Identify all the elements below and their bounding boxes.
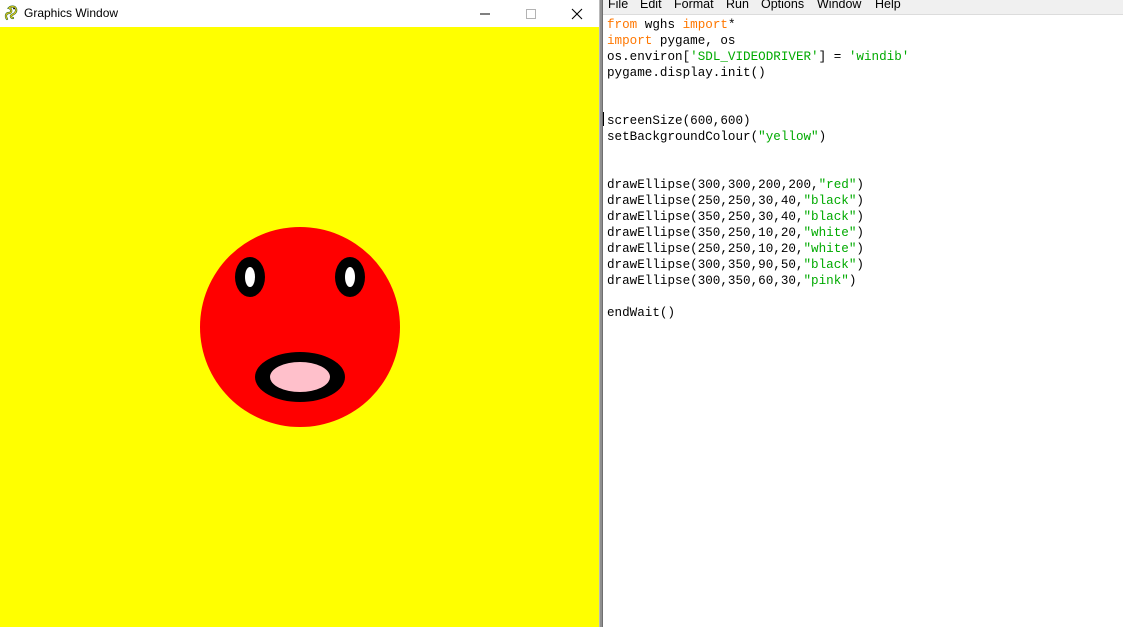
code-token: os.environ[: [607, 50, 691, 64]
code-line-17: drawEllipse(300,350,60,30,"pink"): [607, 273, 856, 289]
drawn-ellipse-7: [270, 362, 330, 392]
code-token: pygame, os: [652, 34, 736, 48]
code-token: wghs: [637, 18, 683, 32]
minimize-icon: [480, 13, 490, 14]
code-token: ): [856, 258, 864, 272]
code-token: "black": [803, 194, 857, 208]
code-token: "pink": [803, 274, 849, 288]
code-token: ): [856, 226, 864, 240]
code-token: import: [607, 34, 653, 48]
code-line-2: import pygame, os: [607, 33, 736, 49]
code-token: "white": [803, 226, 857, 240]
menu-run[interactable]: Run: [726, 0, 749, 11]
code-token: setBackgroundColour(: [607, 130, 759, 144]
code-token: 'SDL_VIDEODRIVER': [690, 50, 819, 64]
code-token: import: [682, 18, 728, 32]
code-line-1: from wghs import*: [607, 17, 736, 33]
code-token: ): [856, 194, 864, 208]
code-token: drawEllipse(350,250,30,40,: [607, 210, 804, 224]
code-token: ): [818, 130, 827, 144]
code-line-15: drawEllipse(250,250,10,20,"white"): [607, 241, 864, 257]
code-token: drawEllipse(350,250,10,20,: [607, 226, 804, 240]
code-token: drawEllipse(300,350,60,30,: [607, 274, 804, 288]
graphics-window[interactable]: Graphics Window: [0, 0, 600, 627]
code-line-3: os.environ['SDL_VIDEODRIVER'] = 'windib': [607, 49, 909, 65]
code-token: ): [848, 274, 857, 288]
code-editor-window[interactable]: File Edit Format Run Options Window Help…: [603, 0, 1123, 627]
code-line-7: screenSize(600,600): [607, 113, 751, 129]
code-token: drawEllipse(250,250,30,40,: [607, 194, 804, 208]
code-token: ): [856, 210, 864, 224]
menu-help[interactable]: Help: [875, 0, 901, 11]
graphics-canvas[interactable]: [0, 27, 600, 627]
menu-file[interactable]: File: [608, 0, 628, 11]
code-line-11: drawEllipse(300,300,200,200,"red"): [607, 177, 864, 193]
minimize-button[interactable]: [462, 0, 508, 27]
code-token: ): [856, 178, 864, 192]
menu-format[interactable]: Format: [674, 0, 714, 11]
desktop: Graphics Window File Edit Format Run Opt…: [0, 0, 1123, 627]
code-token: ): [856, 242, 864, 256]
code-token: "black": [803, 258, 857, 272]
drawn-ellipse-4: [345, 267, 355, 287]
code-token: ] =: [818, 50, 849, 64]
text-cursor: [603, 112, 604, 126]
editor-menubar: File Edit Format Run Options Window Help: [603, 0, 1123, 15]
code-token: from: [607, 18, 638, 32]
maximize-button[interactable]: [508, 0, 554, 27]
code-token: 'windib': [848, 50, 910, 64]
graphics-window-title: Graphics Window: [24, 6, 119, 20]
code-line-12: drawEllipse(250,250,30,40,"black"): [607, 193, 864, 209]
code-token: screenSize(600,600): [607, 114, 751, 128]
code-line-14: drawEllipse(350,250,10,20,"white"): [607, 225, 864, 241]
close-icon: [571, 8, 583, 19]
code-token: endWait(): [607, 306, 676, 320]
code-text-area[interactable]: from wghs import* import pygame, os os.env…: [603, 15, 1123, 627]
code-line-16: drawEllipse(300,350,90,50,"black"): [607, 257, 864, 273]
drawn-ellipse-5: [245, 267, 255, 287]
code-token: drawEllipse(300,300,200,200,: [607, 178, 819, 192]
graphics-window-titlebar[interactable]: Graphics Window: [0, 0, 600, 27]
menu-edit[interactable]: Edit: [640, 0, 662, 11]
pygame-snake-icon: [4, 5, 20, 21]
code-token: drawEllipse(250,250,10,20,: [607, 242, 804, 256]
code-token: drawEllipse(300,350,90,50,: [607, 258, 804, 272]
code-token: "black": [803, 210, 857, 224]
code-token: pygame.display.init(): [607, 66, 766, 80]
menu-options[interactable]: Options: [761, 0, 804, 11]
code-line-4: pygame.display.init(): [607, 65, 766, 81]
code-line-19: endWait(): [607, 305, 675, 321]
maximize-icon: [526, 8, 536, 19]
code-token: *: [727, 18, 736, 32]
code-token: "yellow": [758, 130, 819, 144]
code-token: "red": [818, 178, 857, 192]
code-token: "white": [803, 242, 857, 256]
drawing-surface: [0, 27, 600, 627]
code-line-8: setBackgroundColour("yellow"): [607, 129, 826, 145]
code-line-13: drawEllipse(350,250,30,40,"black"): [607, 209, 864, 225]
close-button[interactable]: [554, 0, 600, 27]
menu-window[interactable]: Window: [817, 0, 861, 11]
